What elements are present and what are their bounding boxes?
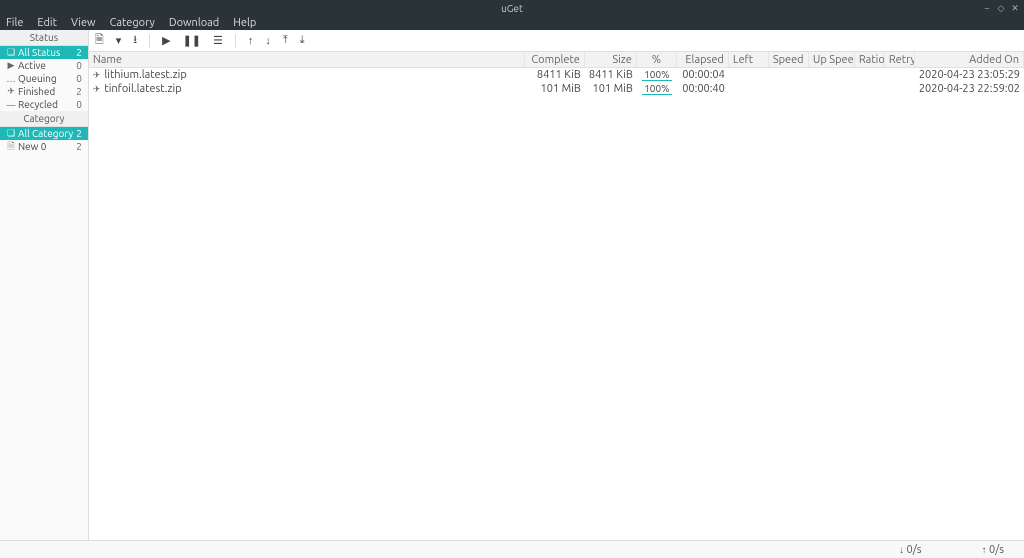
cell-percent: 100% xyxy=(642,69,671,81)
stack-icon: ❏ xyxy=(4,128,18,139)
cell-elapsed: 00:00:04 xyxy=(677,69,729,81)
content: 🗎 ▾ ⭳ ▶ ❚❚ ☰ ↑ ↓ ⤒ ⤓ Name Complete Size … xyxy=(89,30,1024,540)
maximize-icon[interactable]: ◇ xyxy=(996,3,1006,13)
toolbar-separator xyxy=(149,34,150,48)
filename: lithium.latest.zip xyxy=(104,69,186,81)
upload-speed: ↑ 0/s xyxy=(981,544,1004,556)
cell-percent: 100% xyxy=(642,83,671,95)
recycled-icon: — xyxy=(4,100,18,110)
queue-icon: … xyxy=(4,74,18,84)
table-row[interactable]: ✈ lithium.latest.zip 8411 KiB 8411 KiB 1… xyxy=(89,68,1024,82)
toolbar-separator xyxy=(235,34,236,48)
window-controls: – ◇ ✕ xyxy=(982,3,1020,13)
cell-size: 8411 KiB xyxy=(585,69,637,81)
menu-view[interactable]: View xyxy=(71,17,96,29)
statusbar: ↓ 0/s ↑ 0/s xyxy=(0,540,1024,558)
up-arrow-icon: ↑ xyxy=(981,544,986,555)
sidebar-item-recycled[interactable]: — Recycled 0 xyxy=(0,98,88,111)
col-ratio[interactable]: Ratio xyxy=(855,52,885,67)
sidebar-item-queuing[interactable]: … Queuing 0 xyxy=(0,72,88,85)
pause-button[interactable]: ❚❚ xyxy=(183,34,201,47)
sidebar-item-count: 0 xyxy=(76,60,84,71)
col-speed[interactable]: Speed xyxy=(769,52,809,67)
cell-elapsed: 00:00:40 xyxy=(677,83,729,95)
table-header: Name Complete Size % Elapsed Left Speed … xyxy=(89,52,1024,68)
close-icon[interactable]: ✕ xyxy=(1010,3,1020,13)
move-down-button[interactable]: ↓ xyxy=(265,35,271,47)
sidebar-item-count: 0 xyxy=(76,73,84,84)
sidebar-item-label: Recycled xyxy=(18,99,76,110)
status-header: Status xyxy=(0,30,88,46)
menu-help[interactable]: Help xyxy=(233,17,256,29)
sidebar-item-label: Finished xyxy=(18,86,76,97)
cell-size: 101 MiB xyxy=(585,83,637,95)
filename: tinfoil.latest.zip xyxy=(104,83,181,95)
move-bottom-button[interactable]: ⤓ xyxy=(300,34,305,47)
down-arrow-icon: ↓ xyxy=(899,544,904,555)
col-percent[interactable]: % xyxy=(637,52,677,67)
toolbar: 🗎 ▾ ⭳ ▶ ❚❚ ☰ ↑ ↓ ⤒ ⤓ xyxy=(89,30,1024,52)
cell-complete: 101 MiB xyxy=(525,83,585,95)
menu-edit[interactable]: Edit xyxy=(37,17,57,29)
titlebar: uGet – ◇ ✕ xyxy=(0,0,1024,16)
category-header: Category xyxy=(0,111,88,127)
sidebar-item-count: 0 xyxy=(76,99,84,110)
sidebar-item-label: All Status xyxy=(18,47,76,58)
menubar: File Edit View Category Download Help xyxy=(0,16,1024,30)
col-upspeed[interactable]: Up Speed xyxy=(809,52,855,67)
sidebar-item-label: New 0 xyxy=(18,141,76,152)
sidebar-item-count: 2 xyxy=(76,86,84,97)
finished-icon: ✈ xyxy=(93,84,101,95)
downloads-table: Name Complete Size % Elapsed Left Speed … xyxy=(89,52,1024,540)
save-button[interactable]: ⭳ xyxy=(133,31,137,50)
col-left[interactable]: Left xyxy=(729,52,769,67)
sidebar: Status ❏ All Status 2 ▶ Active 0 … Queui… xyxy=(0,30,89,540)
window-title: uGet xyxy=(501,3,523,14)
sidebar-item-new[interactable]: 🗎 New 0 2 xyxy=(0,140,88,153)
sidebar-item-active[interactable]: ▶ Active 0 xyxy=(0,59,88,72)
col-name[interactable]: Name xyxy=(89,52,525,67)
sidebar-item-label: All Category xyxy=(18,128,76,139)
sidebar-item-count: 2 xyxy=(76,47,84,58)
finished-icon: ✈ xyxy=(93,70,101,81)
document-icon: 🗎 xyxy=(4,139,18,155)
stack-icon: ❏ xyxy=(4,47,18,58)
sidebar-item-count: 2 xyxy=(76,141,84,152)
start-button[interactable]: ▶ xyxy=(162,34,170,47)
table-row[interactable]: ✈ tinfoil.latest.zip 101 MiB 101 MiB 100… xyxy=(89,82,1024,96)
download-speed: ↓ 0/s xyxy=(899,544,922,556)
move-top-button[interactable]: ⤒ xyxy=(283,34,288,47)
finished-icon: ✈ xyxy=(4,86,18,97)
sidebar-item-label: Active xyxy=(18,60,76,71)
col-size[interactable]: Size xyxy=(585,52,637,67)
sidebar-item-finished[interactable]: ✈ Finished 2 xyxy=(0,85,88,98)
cell-added: 2020-04-23 22:59:02 xyxy=(915,83,1024,95)
col-added[interactable]: Added On xyxy=(915,52,1024,67)
dropdown-icon[interactable]: ▾ xyxy=(116,34,122,47)
minimize-icon[interactable]: – xyxy=(982,3,992,13)
cell-complete: 8411 KiB xyxy=(525,69,585,81)
move-up-button[interactable]: ↑ xyxy=(248,35,254,47)
properties-button[interactable]: ☰ xyxy=(213,34,223,47)
col-elapsed[interactable]: Elapsed xyxy=(677,52,729,67)
sidebar-item-label: Queuing xyxy=(18,73,76,84)
new-download-button[interactable]: 🗎 xyxy=(95,31,104,50)
cell-added: 2020-04-23 23:05:29 xyxy=(915,69,1024,81)
main: Status ❏ All Status 2 ▶ Active 0 … Queui… xyxy=(0,30,1024,540)
menu-file[interactable]: File xyxy=(6,17,23,29)
menu-download[interactable]: Download xyxy=(169,17,219,29)
menu-category[interactable]: Category xyxy=(110,17,155,29)
sidebar-item-count: 2 xyxy=(76,128,84,139)
sidebar-item-all-status[interactable]: ❏ All Status 2 xyxy=(0,46,88,59)
col-complete[interactable]: Complete xyxy=(525,52,585,67)
play-icon: ▶ xyxy=(4,60,18,71)
col-retry[interactable]: Retry xyxy=(885,52,915,67)
